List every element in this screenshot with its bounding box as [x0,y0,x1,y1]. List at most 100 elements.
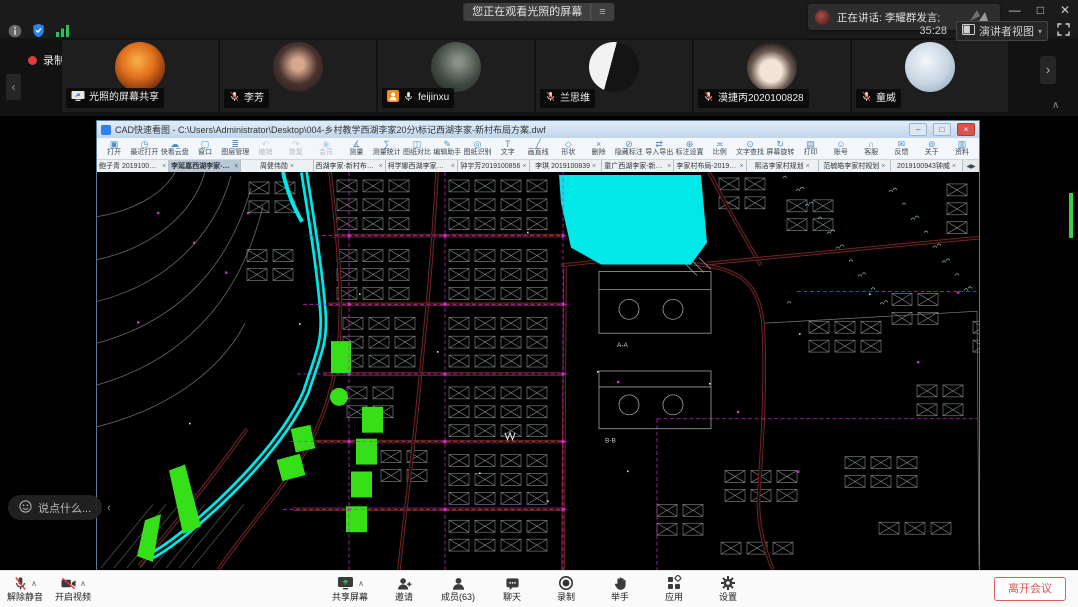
strip-prev-button[interactable]: ‹ [6,74,21,100]
view-mode-selector[interactable]: 演讲者视图 ▾ [956,21,1048,41]
cad-document-tab[interactable]: 西湖李家-新村布局方…× [314,160,386,172]
cad-document-tab[interactable]: 周健伟勋× [241,160,313,172]
cad-tool-20[interactable]: ⊕标注设置 [674,138,704,159]
cad-document-tab[interactable]: 2019100943钟威× [891,160,963,172]
participant-tile[interactable]: 漠捷丙2020100828 [694,40,850,112]
cad-tool-5[interactable]: ≣图层管理 [220,138,250,159]
cad-document-tab[interactable]: 李家村布局-20191009…× [674,160,746,172]
cad-tool-label: 会员 [319,149,333,157]
cad-tool-2[interactable]: ◷最近打开 [129,138,159,159]
tab-close-icon[interactable]: × [234,163,238,170]
control-settings[interactable]: 设置 [709,571,747,607]
control-mic-muted[interactable]: ∧解除静音 [6,571,44,607]
cad-tool-7[interactable]: ↷恢复 [281,138,311,159]
strip-next-button[interactable]: › [1040,56,1056,84]
cad-tool-19[interactable]: ⇄导入导出 [644,138,674,159]
cad-tool-10[interactable]: ∑测量统计 [372,138,402,159]
cad-tool-6[interactable]: ↶撤销 [250,138,280,159]
cad-tool-24[interactable]: ▤打印 [795,138,825,159]
cad-tool-3[interactable]: ☁快看云盘 [160,138,190,159]
cad-maximize-button[interactable]: □ [933,123,951,136]
tab-close-icon[interactable]: × [451,163,455,170]
cad-tool-21[interactable]: ≍比例 [705,138,735,159]
cad-tool-25[interactable]: ☺账号 [826,138,856,159]
control-raise-hand[interactable]: 举手 [601,571,639,607]
cad-tool-17[interactable]: ×删除 [584,138,614,159]
cad-tool-23[interactable]: ↻屏幕旋转 [765,138,795,159]
cad-tool-29[interactable]: ▥资料 [947,138,977,159]
cad-minimize-button[interactable]: – [909,123,927,136]
cad-tool-12[interactable]: ✎编辑助手 [432,138,462,159]
cad-tool-14[interactable]: T文字 [493,138,523,159]
control-members[interactable]: 成员(63) [439,571,477,607]
minimize-button[interactable]: — [1009,2,1021,18]
cad-tool-26[interactable]: ∩客服 [856,138,886,159]
maximize-button[interactable]: □ [1037,2,1044,18]
cad-tool-label: 窗口 [198,149,212,157]
fullscreen-button[interactable] [1057,23,1070,39]
chevron-up-icon[interactable]: ∧ [80,579,86,589]
cad-document-tab[interactable]: 柯学娜西湖李家村布局× [386,160,458,172]
participant-tile[interactable]: 李芳 [220,40,376,112]
participant-tile[interactable]: 光照的屏幕共享 [62,40,218,112]
cad-tool-4[interactable]: ▢窗口 [190,138,220,159]
control-share-screen[interactable]: ∧共享屏幕 [331,571,369,607]
participant-tile[interactable]: 童威 [852,40,1008,112]
tab-close-icon[interactable]: × [592,163,596,170]
cad-tool-18[interactable]: ⊘隐藏标注 [614,138,644,159]
cad-document-tab[interactable]: 李延嘉西湖李家-新村-× [169,160,241,172]
cad-document-tab[interactable]: 范毓皓李家村规划× [819,160,891,172]
control-camera-off[interactable]: ∧开启视频 [54,571,92,607]
emoji-icon[interactable] [19,500,32,516]
tab-close-icon[interactable]: × [379,163,383,170]
control-invite[interactable]: 邀请 [385,571,423,607]
chevron-up-icon[interactable]: ∧ [358,579,364,589]
shared-screen-area: CAD快速看图 - C:\Users\Administrator\Desktop… [0,116,1078,570]
cad-tool-1[interactable]: ▣打开 [99,138,129,159]
cad-document-tab[interactable]: 鲍子青 2019100881 …× [97,160,169,172]
chat-quick-input[interactable]: 说点什么... [8,495,102,520]
cad-titlebar[interactable]: CAD快速看图 - C:\Users\Administrator\Desktop… [97,121,979,138]
chevron-up-icon[interactable]: ∧ [31,579,37,589]
tab-close-icon[interactable]: × [881,163,885,170]
cad-document-tab[interactable]: 钟宇芳2019100856× [458,160,530,172]
cad-tool-15[interactable]: ╱画直线 [523,138,553,159]
chat-icon [505,576,520,593]
cad-tool-28[interactable]: ⊚关于 [917,138,947,159]
strip-collapse-button[interactable]: ∧ [1052,100,1059,111]
participant-tile[interactable]: 兰思维 [536,40,692,112]
cad-document-tab[interactable]: 熙洁李家村规划× [747,160,819,172]
cad-document-tab[interactable]: 李琪 2019100839× [530,160,602,172]
control-chat[interactable]: 聊天 [493,571,531,607]
control-record[interactable]: 录制 [547,571,585,607]
tab-close-icon[interactable]: × [290,163,294,170]
tab-close-icon[interactable]: × [739,163,743,170]
cad-tool-icon: ▣ [110,140,119,149]
tab-close-icon[interactable]: × [162,163,166,170]
chat-collapse-button[interactable]: ‹ [107,502,111,514]
tab-close-icon[interactable]: × [806,163,810,170]
control-apps[interactable]: 应用 [655,571,693,607]
network-info-icon[interactable] [8,24,22,43]
cad-tool-8[interactable]: ◉会员 [311,138,341,159]
tab-close-icon[interactable]: × [522,163,526,170]
cad-tool-11[interactable]: ◫图纸对比 [402,138,432,159]
cad-tool-16[interactable]: ◇形状 [553,138,583,159]
cad-close-button[interactable]: × [957,123,975,136]
tab-close-icon[interactable]: × [952,163,956,170]
participant-tile[interactable]: feijinxu [378,40,534,112]
security-shield-icon[interactable] [31,23,46,43]
watching-screen-banner[interactable]: 您正在观看光照的屏幕 ≡ [463,3,614,21]
cad-tool-22[interactable]: ⊙文字查找 [735,138,765,159]
cad-tool-27[interactable]: ✉反馈 [886,138,916,159]
cad-document-tab[interactable]: 童广西湖李家-新村布…× [602,160,674,172]
mic-muted-icon [545,91,556,106]
close-button[interactable]: ✕ [1060,2,1070,18]
cad-tool-9[interactable]: ∡测量 [341,138,371,159]
tab-close-icon[interactable]: × [667,163,671,170]
speaker-avatar [815,10,830,25]
banner-menu-icon[interactable]: ≡ [590,3,605,21]
cad-tool-13[interactable]: ◎图纸识别 [462,138,492,159]
tab-scroll-arrows[interactable]: ◀▶ [963,160,979,172]
leave-meeting-button[interactable]: 离开会议 [994,577,1066,601]
